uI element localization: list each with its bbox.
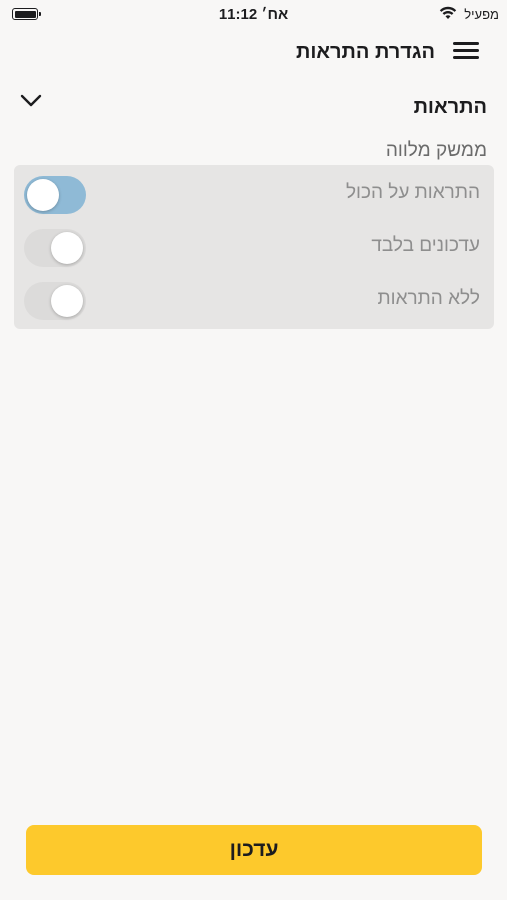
page-title: הגדרת התראות <box>295 41 435 63</box>
status-carrier: מפעיל <box>464 7 499 22</box>
option-updates-only: עדכונים בלבד <box>14 220 494 272</box>
status-bar: 11:12 אח׳ מפעיל <box>0 0 507 28</box>
wifi-icon <box>439 6 457 19</box>
subsection-title: ממשק מלווה <box>385 140 487 161</box>
header: הגדרת התראות <box>0 32 507 72</box>
update-button[interactable]: עדכון <box>26 825 482 875</box>
section-title: התראות <box>413 96 487 118</box>
option-label: התראות על הכול <box>345 182 480 203</box>
option-label: עדכונים בלבד <box>371 235 480 256</box>
menu-icon[interactable] <box>453 40 479 62</box>
option-label: ללא התראות <box>377 288 480 309</box>
updates-only-toggle[interactable] <box>24 229 86 267</box>
notification-options-card: התראות על הכול עדכונים בלבד ללא התראות <box>14 165 494 329</box>
option-no-notifications: ללא התראות <box>14 273 494 325</box>
all-notifications-toggle[interactable] <box>24 176 86 214</box>
option-all-notifications: התראות על הכול <box>14 167 494 219</box>
no-notifications-toggle[interactable] <box>24 282 86 320</box>
chevron-down-icon[interactable] <box>20 92 42 108</box>
status-time: 11:12 אח׳ <box>218 6 289 23</box>
